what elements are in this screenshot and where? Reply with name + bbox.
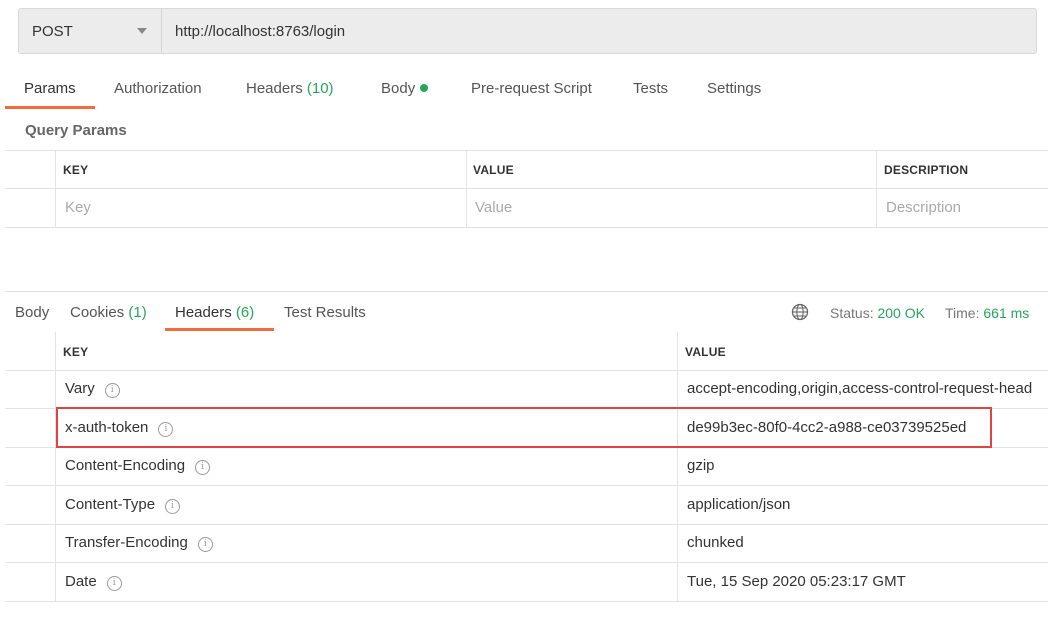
table-row-key: Content-Encoding i — [65, 457, 211, 475]
key-input[interactable]: Key — [65, 199, 91, 216]
chevron-down-icon — [137, 28, 147, 34]
url-input[interactable]: http://localhost:8763/login — [175, 9, 345, 53]
response-status: Status: 200 OK — [830, 305, 925, 321]
tab-authorization[interactable]: Authorization — [114, 80, 202, 97]
response-tab-headers[interactable]: Headers (6) — [175, 304, 254, 321]
tab-count: (6) — [235, 304, 255, 321]
header-value: Tue, 15 Sep 2020 05:23:17 GMT — [687, 573, 906, 590]
divider — [5, 370, 1048, 371]
tab-tests[interactable]: Tests — [633, 80, 668, 97]
tab-label: Cookies — [70, 304, 125, 321]
tab-count: (1) — [128, 304, 147, 321]
response-tab-test-results[interactable]: Test Results — [284, 304, 366, 321]
info-icon[interactable]: i — [195, 460, 211, 475]
status-value: 200 OK — [877, 305, 925, 321]
tab-label: Authorization — [114, 80, 202, 97]
header-key: Vary — [65, 380, 95, 397]
tab-params[interactable]: Params — [24, 80, 76, 97]
response-divider — [5, 291, 1048, 292]
header-value: gzip — [687, 457, 715, 474]
divider — [5, 524, 1048, 525]
header-key: Content-Encoding — [65, 457, 186, 474]
tab-settings[interactable]: Settings — [707, 80, 761, 97]
column-header-value: VALUE — [685, 345, 726, 359]
globe-icon[interactable] — [791, 303, 809, 321]
column-header-value: VALUE — [473, 163, 514, 177]
tab-count: (10) — [306, 80, 334, 97]
header-key: Date — [65, 573, 97, 590]
divider — [466, 150, 467, 227]
divider — [5, 150, 1048, 151]
value-input[interactable]: Value — [475, 199, 512, 216]
tab-label: Test Results — [284, 304, 366, 321]
response-tab-body[interactable]: Body — [15, 304, 49, 321]
divider — [5, 485, 1048, 486]
info-icon[interactable]: i — [165, 499, 181, 514]
header-key: Content-Type — [65, 496, 156, 513]
response-time: Time: 661 ms — [945, 305, 1029, 321]
divider — [677, 332, 678, 601]
column-header-key: KEY — [63, 345, 89, 359]
query-params-title: Query Params — [25, 122, 127, 139]
divider — [5, 188, 1048, 189]
response-tab-cookies[interactable]: Cookies (1) — [70, 304, 147, 321]
divider — [876, 150, 877, 227]
tab-label: Params — [24, 80, 76, 97]
time-label: Time: — [945, 305, 980, 321]
active-tab-indicator — [165, 328, 274, 331]
tab-pre-request-script[interactable]: Pre-request Script — [471, 80, 592, 97]
table-row-key: Transfer-Encoding i — [65, 534, 213, 552]
time-value: 661 ms — [983, 305, 1030, 321]
tab-label: Settings — [707, 80, 762, 97]
request-url-bar: POST http://localhost:8763/login — [18, 8, 1037, 54]
column-header-key: KEY — [63, 163, 89, 177]
tab-label: Pre-request Script — [471, 80, 592, 97]
header-value: application/json — [687, 496, 791, 513]
status-label: Status: — [830, 305, 874, 321]
description-input[interactable]: Description — [886, 199, 961, 216]
divider — [5, 601, 1048, 602]
header-value: accept-encoding,origin,access-control-re… — [687, 380, 1033, 397]
info-icon[interactable]: i — [104, 383, 120, 398]
tab-body[interactable]: Body — [381, 80, 429, 97]
tab-label: Tests — [633, 80, 669, 97]
highlight-box — [56, 407, 992, 448]
method-select[interactable]: POST — [19, 9, 162, 53]
header-key: Transfer-Encoding — [65, 534, 188, 551]
tab-label: Headers — [175, 304, 232, 321]
divider — [5, 227, 1048, 228]
table-row-key: Content-Type i — [65, 496, 181, 514]
table-row-key: Date i — [65, 573, 122, 591]
column-header-description: DESCRIPTION — [884, 163, 969, 177]
active-tab-indicator — [5, 106, 95, 109]
tab-label: Headers — [246, 80, 303, 97]
info-icon[interactable]: i — [106, 576, 122, 591]
table-row-key: Vary i — [65, 380, 120, 398]
divider — [5, 562, 1048, 563]
tab-headers[interactable]: Headers (10) — [246, 80, 334, 97]
tab-label: Body — [381, 80, 416, 97]
tab-label: Body — [15, 304, 50, 321]
info-icon[interactable]: i — [197, 537, 213, 552]
status-dot-icon — [420, 84, 429, 92]
request-tabs: Params Authorization Headers (10) Body P… — [0, 72, 1048, 110]
header-value: chunked — [687, 534, 744, 551]
method-label: POST — [32, 22, 73, 40]
divider — [55, 150, 56, 227]
divider — [55, 332, 56, 601]
